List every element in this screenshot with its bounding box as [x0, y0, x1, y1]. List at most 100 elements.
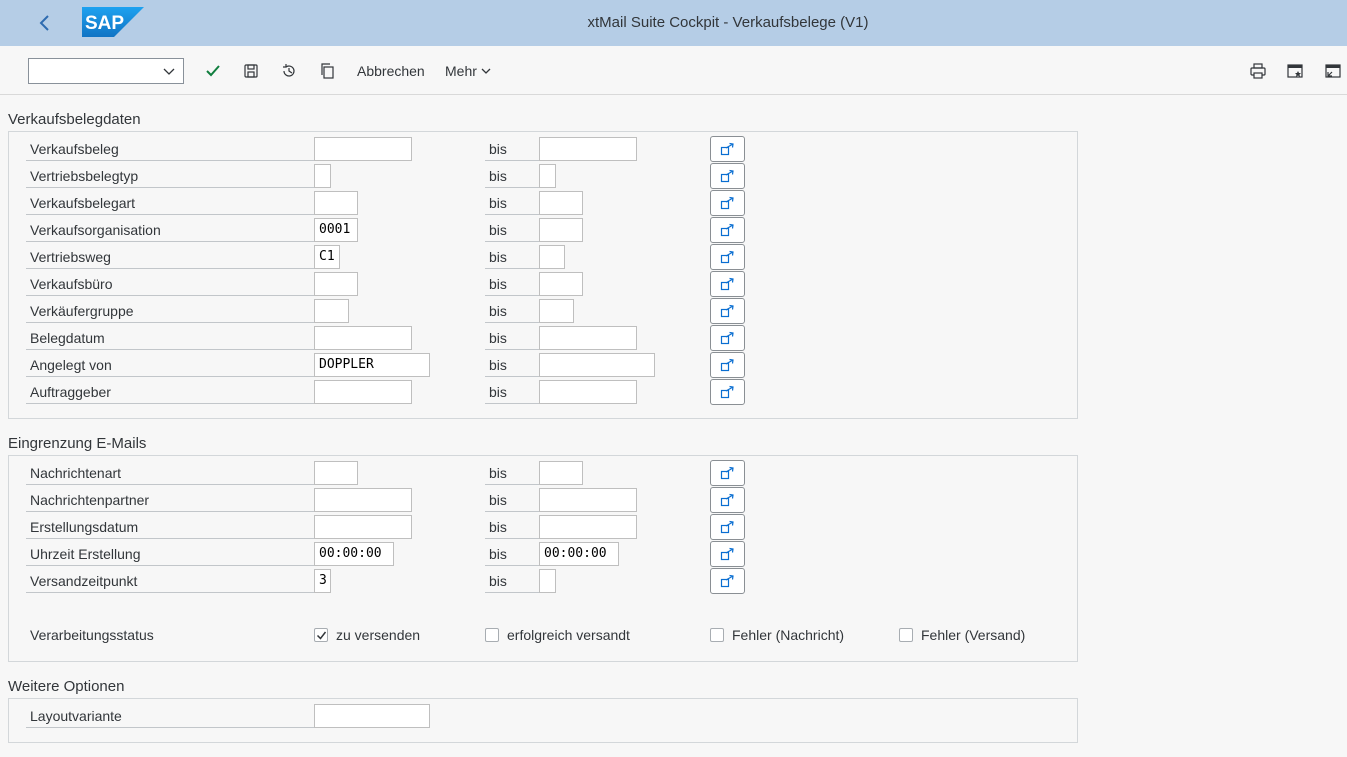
sales-row-to-input[interactable]: [539, 164, 556, 188]
save-button[interactable]: [238, 58, 264, 84]
layout-variant-input[interactable]: [314, 704, 430, 728]
sales-row-to-input[interactable]: [539, 299, 574, 323]
sales-row-from-input[interactable]: [314, 164, 331, 188]
sales-row-from-input[interactable]: [314, 191, 358, 215]
history-icon: [283, 64, 295, 77]
multiple-selection-icon: [720, 223, 734, 237]
email-row-from-input[interactable]: 3: [314, 569, 331, 593]
range-to-label: bis: [485, 353, 539, 377]
sales-row-from-input[interactable]: [314, 299, 349, 323]
multiple-selection-icon: [720, 277, 734, 291]
range-to-label: bis: [485, 299, 539, 323]
new-window-button[interactable]: [1282, 58, 1308, 84]
sales-row-from-input[interactable]: C1: [314, 245, 340, 269]
sap-logo: SAP: [82, 7, 144, 37]
email-row-from-input[interactable]: [314, 515, 412, 539]
multiple-selection-icon: [720, 142, 734, 156]
window-title: xtMail Suite Cockpit - Verkaufsbelege (V…: [587, 14, 869, 31]
email-row-to-input[interactable]: [539, 488, 637, 512]
email-row-label: Erstellungsdatum: [26, 515, 314, 539]
multiple-selection-button[interactable]: [710, 217, 745, 243]
multiple-selection-button[interactable]: [710, 487, 745, 513]
email-row-from-input[interactable]: [314, 488, 412, 512]
email-row-to-input[interactable]: 00:00:00: [539, 542, 619, 566]
layout-variant-label: Layoutvariante: [26, 704, 314, 728]
multiple-selection-button[interactable]: [710, 298, 745, 324]
multiple-selection-button[interactable]: [710, 541, 745, 567]
multiple-selection-button[interactable]: [710, 352, 745, 378]
copy-icon: [321, 63, 334, 79]
sales-row-to-input[interactable]: [539, 218, 583, 242]
status-checkbox-sent-ok[interactable]: [485, 628, 499, 642]
multiple-selection-button[interactable]: [710, 190, 745, 216]
range-to-label: bis: [485, 137, 539, 161]
sales-row-from-input[interactable]: [314, 272, 358, 296]
full-screen-icon: [1325, 64, 1341, 78]
sales-row-to-input[interactable]: [539, 245, 565, 269]
cancel-button[interactable]: Abbrechen: [357, 63, 425, 79]
sales-row-to-input[interactable]: [539, 272, 583, 296]
sales-row-to-input[interactable]: [539, 326, 637, 350]
range-to-label: bis: [485, 191, 539, 215]
email-row-to-input[interactable]: [539, 461, 583, 485]
sales-row-from-input[interactable]: DOPPLER: [314, 353, 430, 377]
section-title-emails: Eingrenzung E-Mails: [8, 435, 147, 452]
status-checkbox-error-dispatch[interactable]: [899, 628, 913, 642]
multiple-selection-icon: [720, 547, 734, 561]
sales-row-label: Verkaufsorganisation: [26, 218, 314, 242]
multiple-selection-button[interactable]: [710, 514, 745, 540]
history-button[interactable]: [276, 58, 302, 84]
sales-row-label: Belegdatum: [26, 326, 314, 350]
sales-row-label: Verkaufsbeleg: [26, 137, 314, 161]
sales-row-from-input[interactable]: 0001: [314, 218, 358, 242]
sales-row-to-input[interactable]: [539, 137, 637, 161]
sales-row-label: Angelegt von: [26, 353, 314, 377]
multiple-selection-button[interactable]: [710, 136, 745, 162]
execute-button[interactable]: [200, 58, 226, 84]
multiple-selection-button[interactable]: [710, 244, 745, 270]
printer-icon: [1250, 63, 1266, 79]
multiple-selection-icon: [720, 466, 734, 480]
range-to-label: bis: [485, 515, 539, 539]
multiple-selection-button[interactable]: [710, 163, 745, 189]
command-field[interactable]: [28, 58, 184, 84]
sales-row-from-input[interactable]: [314, 326, 412, 350]
section-title-options: Weitere Optionen: [8, 678, 125, 695]
sales-row-from-input[interactable]: [314, 137, 412, 161]
print-button[interactable]: [1245, 58, 1271, 84]
full-screen-button[interactable]: [1320, 58, 1346, 84]
chevron-down-icon: [481, 68, 491, 74]
email-row-to-input[interactable]: [539, 569, 556, 593]
email-row-from-input[interactable]: 00:00:00: [314, 542, 394, 566]
multiple-selection-button[interactable]: [710, 460, 745, 486]
range-to-label: bis: [485, 461, 539, 485]
multiple-selection-button[interactable]: [710, 379, 745, 405]
multiple-selection-button[interactable]: [710, 271, 745, 297]
multiple-selection-icon: [720, 304, 734, 318]
sales-row-to-input[interactable]: [539, 191, 583, 215]
status-checkbox-to-send[interactable]: [314, 628, 328, 642]
email-row-to-input[interactable]: [539, 515, 637, 539]
multiple-selection-button[interactable]: [710, 325, 745, 351]
copy-button[interactable]: [314, 58, 340, 84]
sales-row-to-input[interactable]: [539, 380, 637, 404]
back-button[interactable]: [30, 8, 60, 38]
range-to-label: bis: [485, 218, 539, 242]
email-row-from-input[interactable]: [314, 461, 358, 485]
multiple-selection-icon: [720, 196, 734, 210]
sales-row-label: Verkaufsbelegart: [26, 191, 314, 215]
sales-row-label: Vertriebsweg: [26, 245, 314, 269]
range-to-label: bis: [485, 245, 539, 269]
more-menu-button[interactable]: Mehr: [445, 63, 492, 79]
status-checkbox-error-message[interactable]: [710, 628, 724, 642]
chevron-left-icon: [39, 15, 49, 31]
sales-row-to-input[interactable]: [539, 353, 655, 377]
email-row-label: Nachrichtenart: [26, 461, 314, 485]
range-to-label: bis: [485, 488, 539, 512]
sales-row-from-input[interactable]: [314, 380, 412, 404]
checkmark-icon: [316, 631, 326, 640]
range-to-label: bis: [485, 272, 539, 296]
sales-row-label: Verkaufsbüro: [26, 272, 314, 296]
range-to-label: bis: [485, 164, 539, 188]
multiple-selection-button[interactable]: [710, 568, 745, 594]
